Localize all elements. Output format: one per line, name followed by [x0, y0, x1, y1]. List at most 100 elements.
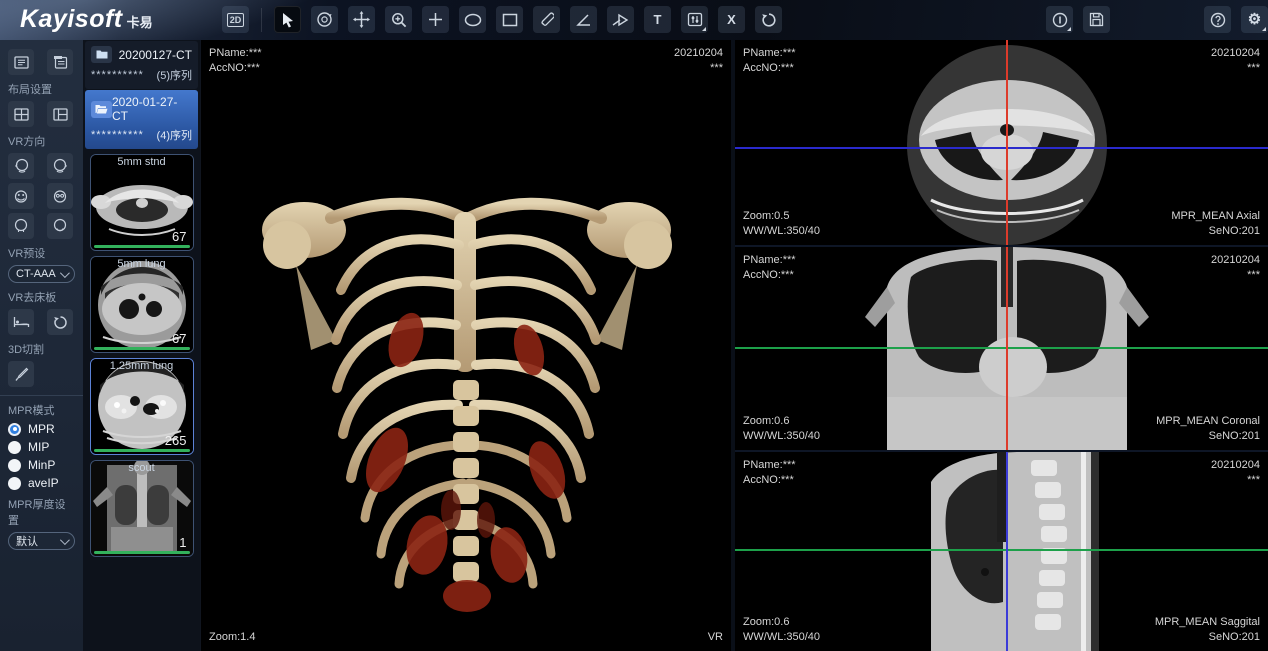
rectangle-icon	[502, 13, 518, 27]
layout-single-button[interactable]	[8, 49, 34, 75]
axial-viewport[interactable]: PName:*** AccNO:*** 20210204 *** Zoom:0.…	[735, 40, 1268, 245]
thumbnail-progress-bar	[94, 245, 190, 248]
coronal-overlay-bottomright: MPR_MEAN Coronal SeNO:201	[1156, 414, 1260, 444]
vr-head-anterior-button[interactable]	[47, 183, 73, 209]
head-inferior-icon	[52, 218, 68, 234]
head-anterior-icon	[52, 189, 68, 204]
delete-annotation-tool-button[interactable]: X	[718, 6, 745, 33]
thumbnail-image-count: 67	[172, 331, 186, 346]
vr-head-left-button[interactable]	[8, 153, 34, 179]
measure-length-tool-button[interactable]	[533, 6, 560, 33]
series-thumbnail-2[interactable]: 5mm lung 67	[90, 256, 194, 353]
vr-viewport[interactable]: PName:*** AccNO:*** 20210204 *** Zoom:1.…	[200, 40, 731, 651]
study-date: 20210204	[1211, 46, 1260, 61]
remove-bed-button[interactable]	[8, 309, 34, 335]
sagittal-viewport[interactable]: PName:*** AccNO:*** 20210204 *** Zoom:0.…	[735, 452, 1268, 651]
rect-roi-tool-button[interactable]	[496, 6, 523, 33]
vr-overlay-topright: 20210204 ***	[674, 46, 723, 76]
coronal-crosshair-vertical[interactable]	[1006, 247, 1008, 450]
layout-report-icon	[53, 55, 68, 69]
zoom-tool-button[interactable]	[385, 6, 412, 33]
sagittal-crosshair-horizontal[interactable]	[735, 549, 1268, 551]
help-button[interactable]	[1204, 6, 1231, 33]
vr-preset-label: VR预设	[8, 245, 75, 261]
crosshair-tool-button[interactable]	[422, 6, 449, 33]
cut-3d-button[interactable]	[8, 361, 34, 387]
sagittal-overlay-topright: 20210204 ***	[1211, 458, 1260, 488]
save-button[interactable]	[1083, 6, 1110, 33]
folder-open-icon	[95, 104, 108, 114]
mpr-mode-radio-aveip[interactable]: aveIP	[8, 476, 75, 490]
main-toolbar: 2D	[222, 6, 782, 33]
export-2d-button[interactable]: 2D	[222, 6, 249, 33]
mpr-thickness-label: MPR厚度设置	[8, 496, 75, 528]
study-date: 20210204	[1211, 458, 1260, 473]
logo-text: Kayisoft	[20, 5, 123, 34]
mpr-thickness-select[interactable]: 默认	[8, 532, 75, 550]
vr-head-superior-button[interactable]	[8, 183, 34, 209]
head-left-icon	[14, 158, 29, 174]
coronal-overlay-topleft: PName:*** AccNO:***	[743, 253, 796, 283]
cursor-tool-button[interactable]	[274, 6, 301, 33]
axial-crosshair-horizontal[interactable]	[735, 147, 1268, 149]
thumbnail-progress-bar	[94, 551, 190, 554]
series-number: SeNO:201	[1171, 224, 1260, 239]
layout-report-button[interactable]	[47, 49, 73, 75]
bed-reset-button[interactable]	[47, 309, 73, 335]
vr-overlay-topleft: PName:*** AccNO:***	[209, 46, 262, 76]
axial-overlay-bottomleft: Zoom:0.5 WW/WL:350/40	[743, 209, 820, 239]
window-level-tool-button[interactable]	[681, 6, 708, 33]
info-button[interactable]	[1046, 6, 1073, 33]
view-type-label: MPR_MEAN Saggital	[1155, 615, 1260, 630]
ellipse-roi-tool-button[interactable]	[459, 6, 486, 33]
study-date: 20210204	[1211, 253, 1260, 268]
thumbnail-progress-bar	[94, 449, 190, 452]
study-title: 20200127-CT	[119, 48, 192, 62]
coronal-viewport[interactable]: PName:*** AccNO:*** 20210204 *** Zoom:0.…	[735, 247, 1268, 450]
layout-grid-2x2-button[interactable]	[8, 101, 34, 127]
mpr-mode-radio-mpr[interactable]: MPR	[8, 422, 75, 436]
gear-icon: ⚙	[1248, 12, 1261, 27]
sagittal-overlay-topleft: PName:*** AccNO:***	[743, 458, 796, 488]
vr-head-posterior-button[interactable]	[8, 213, 34, 239]
vr-preset-select[interactable]: CT-AAA	[8, 265, 75, 283]
sagittal-overlay-bottomleft: Zoom:0.6 WW/WL:350/40	[743, 615, 820, 645]
layout-single-icon	[14, 56, 29, 69]
bed-icon	[13, 315, 30, 329]
study-series-count: (5)序列	[157, 67, 192, 83]
logo-text-cn: 卡易	[127, 12, 153, 31]
vr-head-inferior-button[interactable]	[47, 213, 73, 239]
measure-angle-tool-button[interactable]	[570, 6, 597, 33]
mpr-mode-radio-mip[interactable]: MIP	[8, 440, 75, 454]
pan-tool-button[interactable]	[348, 6, 375, 33]
thumbnail-label: scout	[91, 462, 193, 474]
series-number: SeNO:201	[1155, 630, 1260, 645]
series-thumbnail-4[interactable]: scout 1	[90, 460, 194, 557]
layout-split-button[interactable]	[47, 101, 73, 127]
text-annotation-tool-button[interactable]: T	[644, 6, 671, 33]
zoom-readout: Zoom:0.6	[743, 615, 820, 630]
mpr-mode-radio-minp[interactable]: MinP	[8, 458, 75, 472]
window-level-icon	[687, 12, 703, 27]
patient-name: PName:***	[743, 46, 796, 61]
ellipse-icon	[464, 13, 482, 27]
study-item-2[interactable]: 2020-01-27-CT ********** (4)序列	[85, 90, 198, 149]
coronal-overlay-bottomleft: Zoom:0.6 WW/WL:350/40	[743, 414, 820, 444]
series-thumbnail-1[interactable]: 5mm stnd 67	[90, 154, 194, 251]
thumbnail-label: 1.25mm lung	[91, 360, 193, 372]
vr-head-right-button[interactable]	[47, 153, 73, 179]
arrow-annotation-tool-button[interactable]	[607, 6, 634, 33]
reset-tool-button[interactable]	[755, 6, 782, 33]
layout-split-icon	[53, 108, 68, 121]
radio-icon	[8, 423, 21, 436]
settings-button[interactable]: ⚙	[1241, 6, 1268, 33]
rotate-3d-tool-button[interactable]	[311, 6, 338, 33]
mpr-mode-label: MPR模式	[8, 402, 75, 418]
coronal-crosshair-horizontal[interactable]	[735, 347, 1268, 349]
axial-overlay-topleft: PName:*** AccNO:***	[743, 46, 796, 76]
angle-icon	[576, 13, 592, 27]
study-item-1[interactable]: 20200127-CT ********** (5)序列	[85, 41, 198, 89]
axial-crosshair-vertical[interactable]	[1006, 40, 1008, 245]
series-thumbnail-3[interactable]: 1.25mm lung 265	[90, 358, 194, 455]
sagittal-crosshair-vertical[interactable]	[1006, 452, 1008, 651]
